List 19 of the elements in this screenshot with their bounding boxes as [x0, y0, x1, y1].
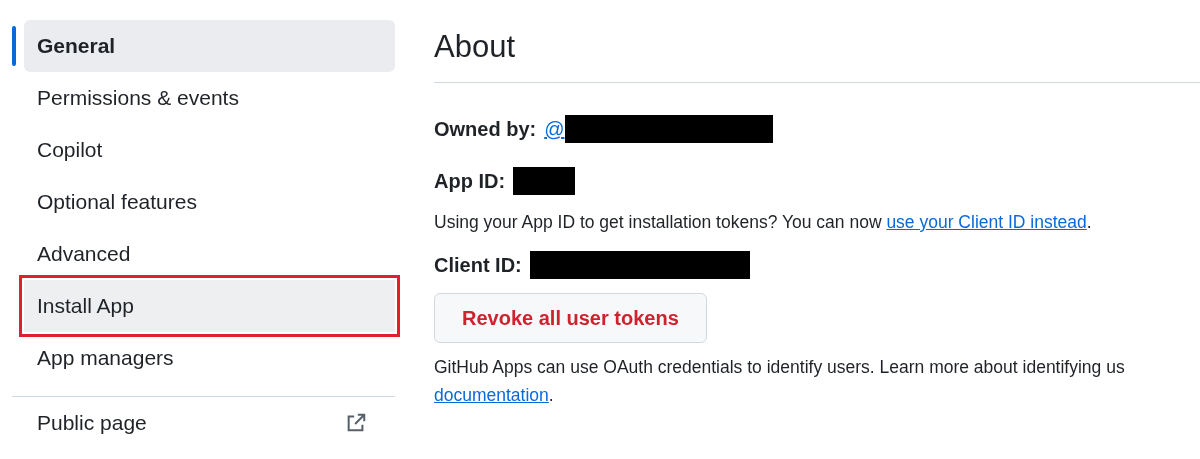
public-page-link[interactable]: Public page	[37, 407, 147, 439]
revoke-tokens-button[interactable]: Revoke all user tokens	[434, 293, 707, 344]
sidebar-item[interactable]: App managers	[24, 332, 395, 384]
sidebar-item[interactable]: General	[24, 20, 395, 72]
client-id-link[interactable]: use your Client ID instead	[886, 212, 1087, 232]
section-title: About	[434, 28, 516, 66]
sidebar-item[interactable]: Advanced	[24, 228, 395, 280]
field-label: App ID:	[434, 169, 506, 194]
sidebar-item[interactable]: Copilot	[24, 124, 395, 176]
info-text: Using your App ID to get installation tokens? You can now use your Client ID instead.	[434, 211, 1093, 234]
sidebar-item[interactable]: Optional features	[24, 176, 395, 228]
owner-link[interactable]: @	[544, 114, 565, 144]
field-label: Owned by:	[434, 117, 537, 142]
sidebar-item[interactable]: Permissions & events	[24, 72, 395, 124]
field-label: Client ID:	[434, 253, 522, 279]
oauth-info-text: GitHub Apps can use OAuth credentials to identify users. Learn more about identifying us documentation.	[434, 356, 1126, 408]
external-link-icon	[345, 412, 367, 434]
documentation-link[interactable]: documentation	[434, 385, 549, 406]
redaction-bar	[513, 167, 576, 195]
